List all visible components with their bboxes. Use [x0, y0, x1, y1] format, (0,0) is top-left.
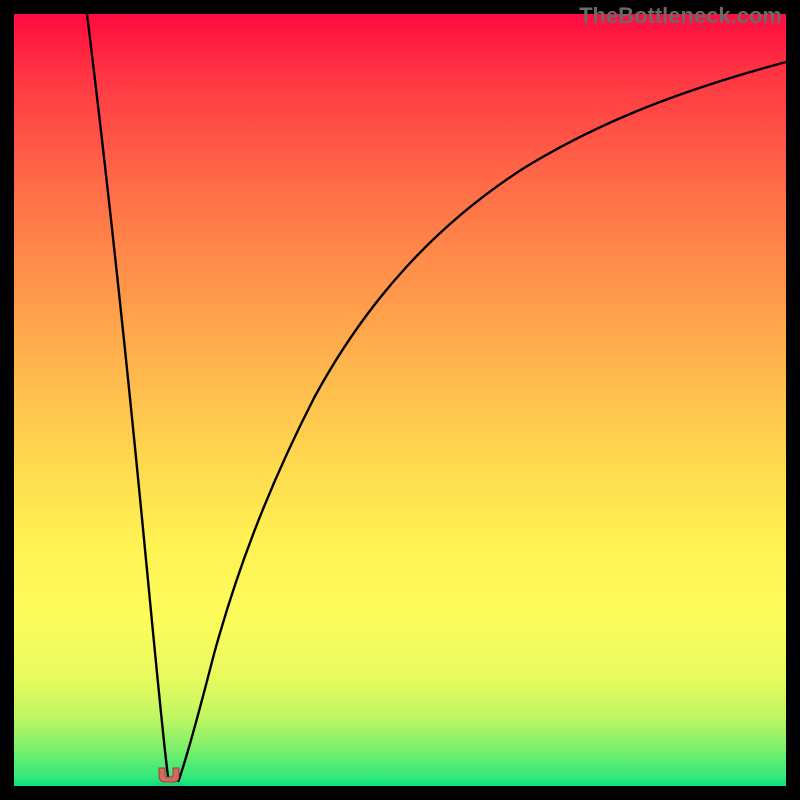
minimum-marker-icon	[155, 766, 183, 786]
chart-frame: TheBottleneck.com	[0, 0, 800, 800]
watermark-text: TheBottleneck.com	[579, 3, 782, 29]
bottleneck-curve	[14, 14, 786, 786]
